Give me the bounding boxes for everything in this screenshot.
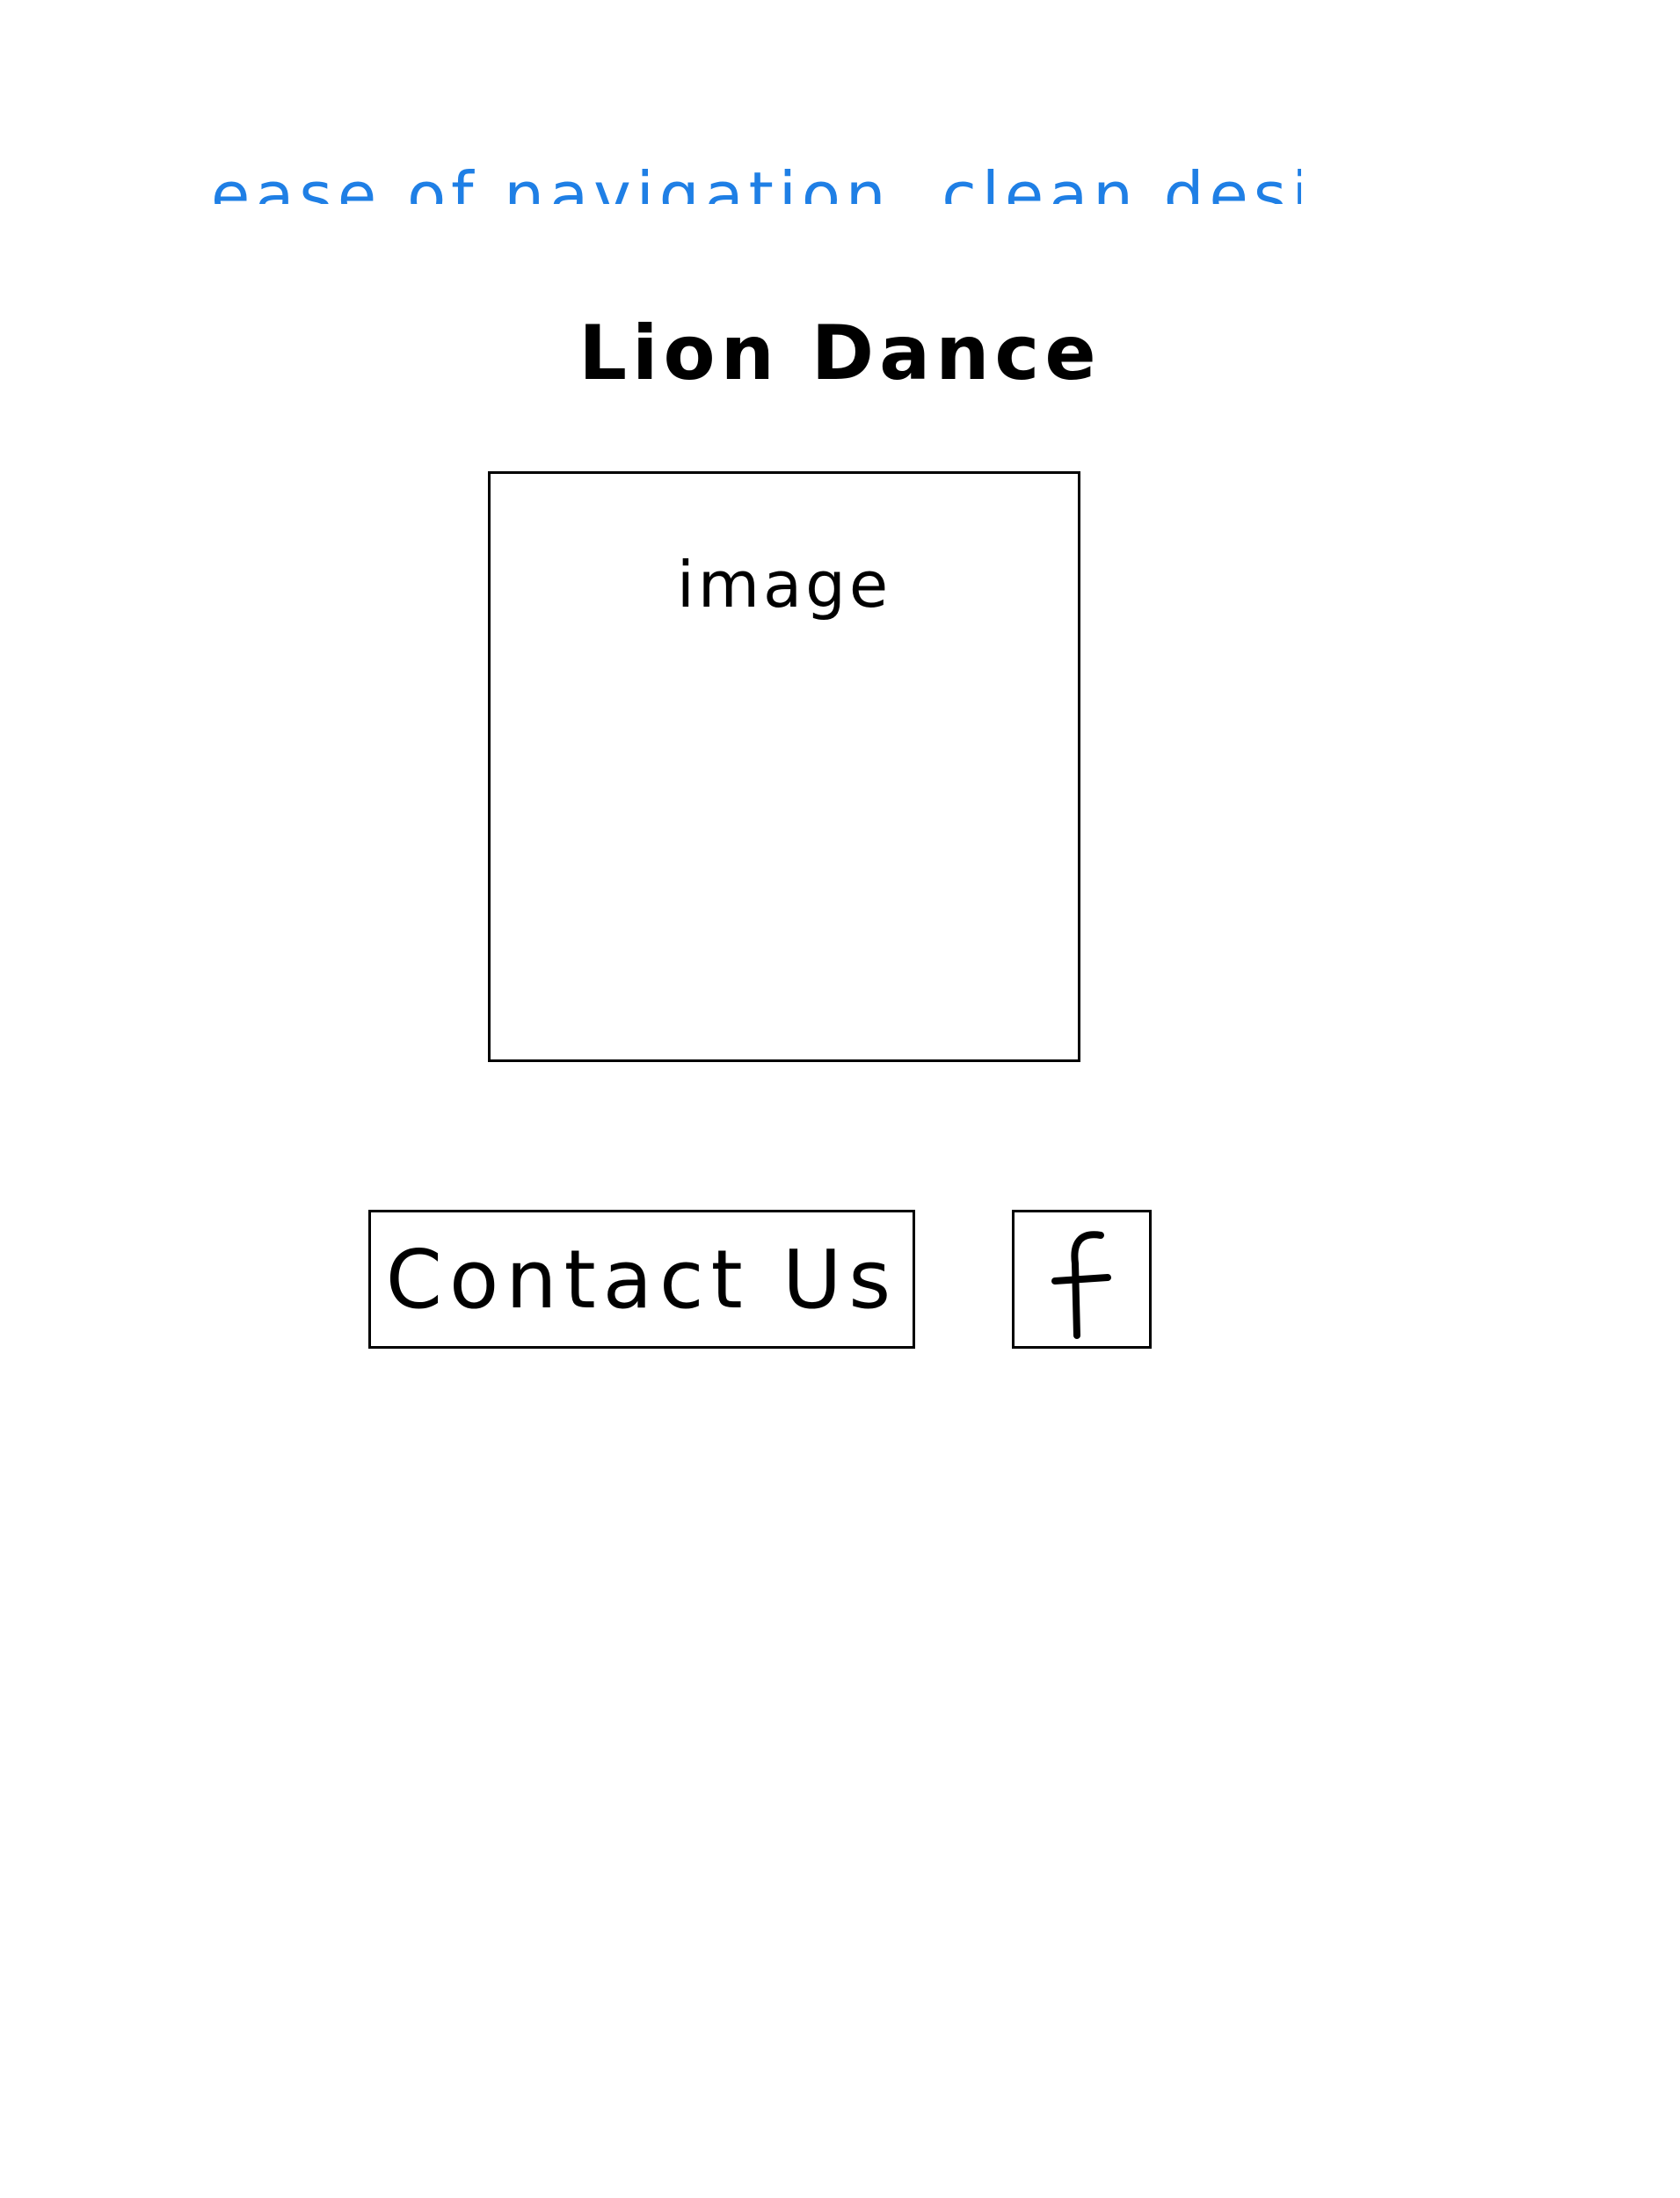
facebook-button[interactable] <box>1012 1210 1152 1349</box>
facebook-icon <box>1051 1231 1111 1339</box>
image-placeholder-label: image <box>676 548 892 622</box>
annotation-note-text: ease of navigation, clean design, access… <box>211 158 1301 204</box>
contact-us-button[interactable]: Contact Us <box>368 1210 915 1349</box>
contact-us-label: Contact Us <box>385 1232 898 1327</box>
page-title: Lion Dance <box>578 309 1102 397</box>
image-placeholder: image <box>488 471 1080 1062</box>
annotation-note: ease of navigation, clean design, access… <box>211 134 1301 204</box>
